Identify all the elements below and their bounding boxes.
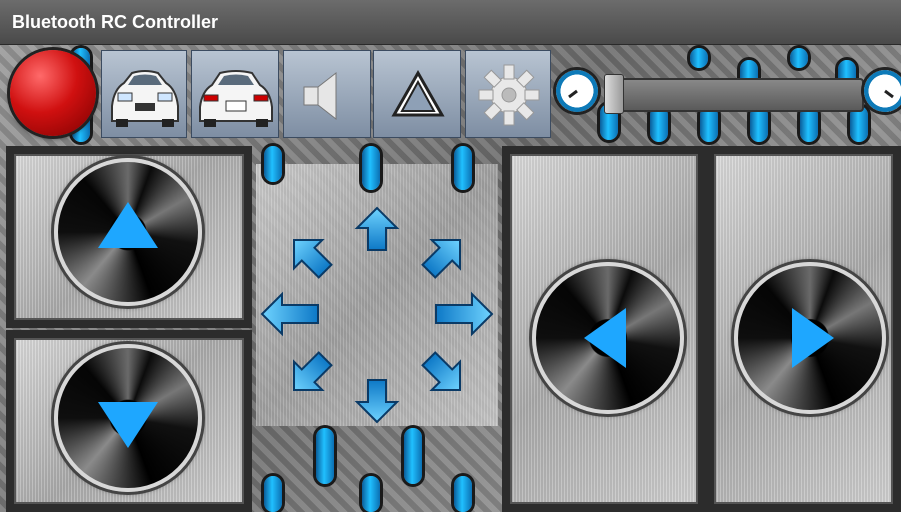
speaker-icon	[303, 71, 337, 121]
backward-panel	[6, 330, 252, 512]
arrow-left-icon	[584, 308, 626, 368]
arrow-down-left-dpad-icon[interactable]	[280, 345, 339, 404]
car-front-icon	[111, 70, 179, 127]
toolbar	[0, 44, 901, 142]
title-bar: Bluetooth RC Controller	[0, 0, 901, 45]
arrow-up-right-dpad-icon[interactable]	[415, 226, 474, 285]
slider-thumb[interactable]	[604, 74, 624, 114]
arrow-down-icon	[98, 402, 158, 448]
arrow-down-dpad-icon[interactable]	[354, 379, 400, 424]
arrow-up-icon	[98, 202, 158, 248]
forward-panel	[6, 146, 252, 328]
app-title: Bluetooth RC Controller	[12, 12, 218, 32]
steer-left-button[interactable]	[532, 262, 684, 414]
steer-right-button[interactable]	[734, 262, 886, 414]
right-steer-panel	[706, 146, 901, 512]
arrow-up-dpad-icon[interactable]	[354, 206, 400, 251]
speed-slider[interactable]	[556, 68, 901, 118]
settings-button[interactable]	[465, 50, 551, 138]
car-rear-icon	[199, 70, 273, 127]
slider-track[interactable]	[604, 78, 864, 112]
gear-icon	[478, 64, 540, 126]
speedometer-low-icon	[556, 70, 598, 112]
warning-triangle-icon	[391, 69, 445, 117]
arrow-right-dpad-icon[interactable]	[435, 291, 494, 337]
headlights-button[interactable]	[101, 50, 187, 138]
record-button[interactable]	[10, 50, 96, 136]
arrow-left-dpad-icon[interactable]	[260, 291, 319, 337]
horn-button[interactable]	[283, 50, 371, 138]
backward-button[interactable]	[54, 344, 202, 492]
forward-button[interactable]	[54, 158, 202, 306]
left-steer-panel	[502, 146, 706, 512]
arrow-down-right-dpad-icon[interactable]	[415, 345, 474, 404]
speedometer-high-icon	[864, 70, 901, 112]
direction-pad	[254, 146, 500, 512]
arrow-right-icon	[792, 308, 834, 368]
hazard-button[interactable]	[373, 50, 461, 138]
arrow-up-left-dpad-icon[interactable]	[280, 226, 339, 285]
taillights-button[interactable]	[191, 50, 279, 138]
